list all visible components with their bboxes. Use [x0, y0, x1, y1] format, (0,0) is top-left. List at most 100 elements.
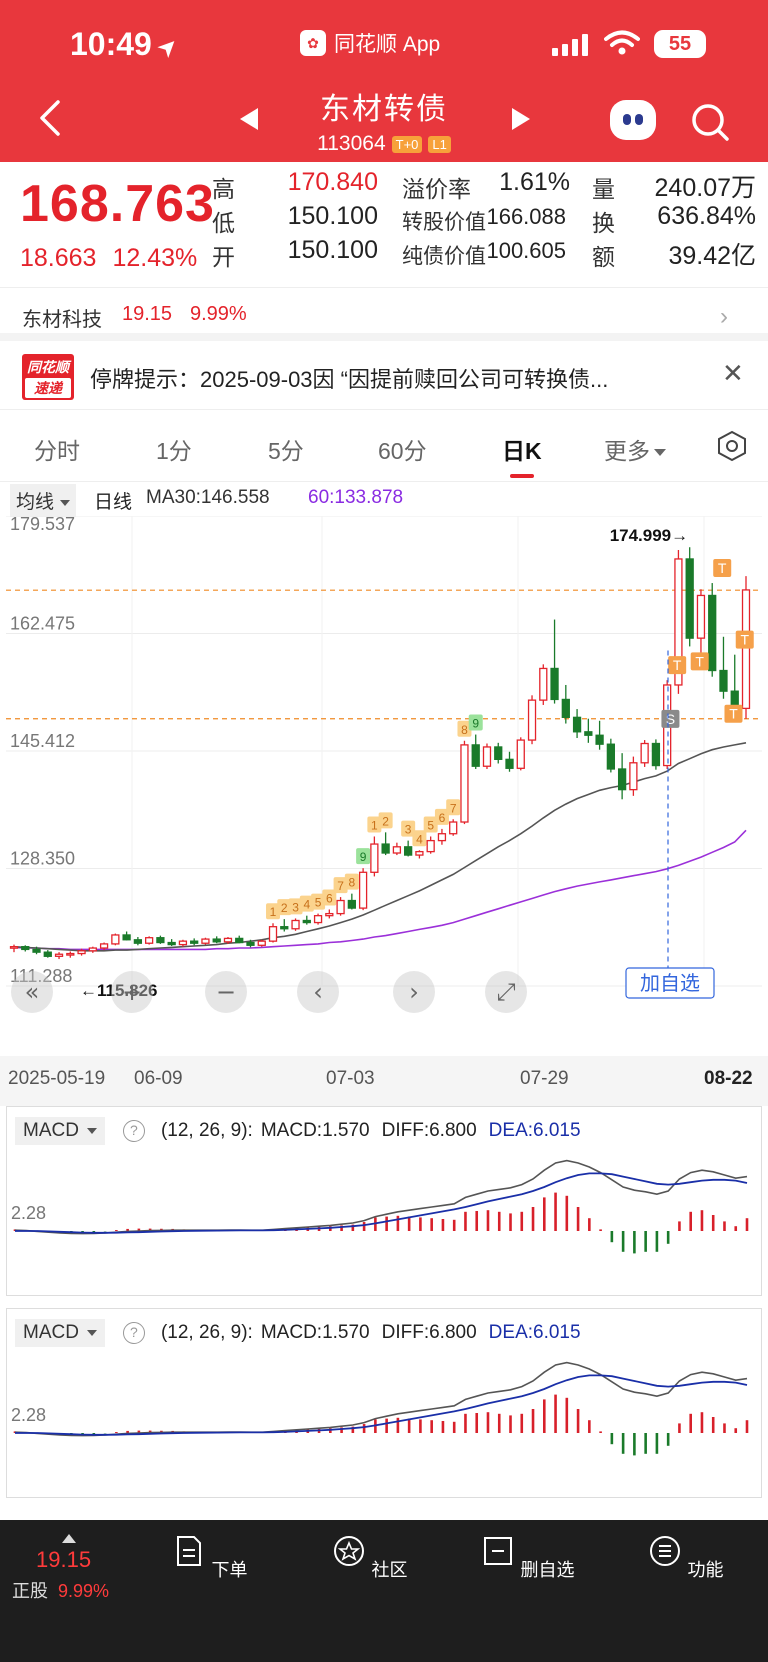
zoom-out-icon-glyph: − — [216, 978, 236, 1006]
nav-remove-watch[interactable]: 删自选 — [478, 1534, 578, 1582]
macd-select[interactable]: MACD — [15, 1319, 105, 1347]
td-marker-label: 3 — [405, 823, 412, 837]
bottom-nav: 19.15 正股 9.99% 下单 社区 删自选 功能 — [0, 1520, 768, 1662]
minus-box-icon — [484, 1537, 513, 1565]
add-watch-label[interactable]: 加自选 — [640, 971, 700, 995]
menu-circle-icon — [650, 1536, 681, 1566]
period-label: 日线 — [94, 492, 133, 513]
td-marker-label: 1 — [270, 905, 277, 919]
y-tick-label: 145.412 — [10, 731, 75, 751]
underlying-label: 正股 — [12, 1581, 48, 1601]
t-marker-label: T — [673, 657, 682, 673]
candle-body — [708, 594, 717, 672]
battery-icon: 55 — [654, 30, 706, 58]
suspension-notice[interactable]: 同花顺 速递 停牌提示：2025-09-03因 “因提前赎回公司可转换债... … — [0, 344, 768, 410]
price-change: 18.663 12.43% — [20, 244, 198, 272]
td-marker-label: 7 — [337, 879, 344, 893]
macd-y-tick: 2.28 — [11, 1203, 46, 1223]
bond-value: 100.605 — [486, 238, 566, 263]
tab-1min[interactable]: 1分 — [156, 432, 192, 466]
amount-label: 额 — [592, 244, 615, 270]
conv-value: 166.088 — [486, 204, 566, 229]
nav-functions[interactable]: 功能 — [636, 1534, 736, 1582]
y-tick-label: 162.475 — [10, 613, 75, 633]
chevron-right-icon: › — [720, 303, 728, 330]
y-tick-label: 179.537 — [10, 516, 75, 534]
security-code: 113064 — [317, 132, 386, 155]
candle-body — [595, 734, 604, 745]
candle-body — [133, 939, 143, 944]
assistant-robot-icon[interactable] — [610, 100, 656, 140]
diff-value: DIFF:6.800 — [381, 1322, 477, 1343]
next-security-arrow-icon[interactable] — [512, 108, 530, 130]
dea-value: DEA:6.015 — [488, 1120, 581, 1141]
td-marker-label: 8 — [349, 876, 356, 890]
low-value: 150.100 — [287, 202, 378, 230]
macd-select[interactable]: MACD — [15, 1117, 105, 1145]
open-value: 150.100 — [287, 236, 378, 264]
candle-body — [347, 899, 356, 909]
conv-value-label: 转股价值 — [402, 211, 486, 234]
ma60-value: 60:133.878 — [308, 487, 404, 508]
candle-body — [32, 948, 41, 953]
news-badge-icon: 同花顺 速递 — [22, 354, 74, 400]
candle-body — [482, 746, 492, 767]
candle-body — [336, 899, 345, 915]
td-marker-label: 7 — [450, 801, 457, 815]
help-icon[interactable]: ? — [122, 1120, 145, 1142]
app-logo-icon: ✿ — [300, 30, 326, 56]
kline-chart[interactable]: 179.537162.475145.412128.350111.28812345… — [6, 516, 762, 1056]
candle-body — [415, 850, 424, 856]
candle-body — [584, 731, 593, 736]
candle-body — [572, 716, 582, 733]
candle-body — [426, 839, 435, 853]
search-icon[interactable] — [690, 102, 730, 142]
rewind-icon-glyph: « — [25, 978, 40, 1006]
caret-down-icon — [86, 1127, 97, 1134]
candle-body — [167, 941, 176, 946]
tab-60min[interactable]: 60分 — [378, 432, 427, 466]
date-tick: 07-03 — [326, 1068, 375, 1089]
date-tick: 08-22 — [704, 1068, 753, 1089]
premium-label: 溢价率 — [402, 176, 471, 202]
tab-intraday[interactable]: 分时 — [34, 432, 80, 466]
candle-body — [223, 937, 233, 943]
y-tick-label: 128.350 — [10, 849, 75, 869]
ma60-line — [13, 829, 747, 951]
candle-body — [178, 940, 188, 946]
nav-order[interactable]: 下单 — [160, 1534, 260, 1582]
app-switcher[interactable]: ✿ 同花顺 App — [300, 28, 440, 58]
macd-value: MACD:1.570 — [260, 1120, 370, 1141]
tab-more[interactable]: 更多 — [604, 432, 666, 466]
caret-down-icon — [654, 449, 666, 457]
candle-body — [494, 746, 503, 760]
tag-l1: L1 — [428, 135, 451, 153]
notice-text: 停牌提示：2025-09-03因 “因提前赎回公司可转换债... — [90, 367, 609, 392]
candle-body — [235, 937, 244, 944]
macd-chart[interactable]: 2.28 — [7, 1151, 761, 1295]
nav-community[interactable]: 社区 — [320, 1534, 420, 1582]
td-marker-label: 5 — [427, 818, 434, 832]
indicator-select[interactable]: 均线 — [10, 484, 77, 517]
candle-body — [471, 744, 480, 767]
candle-body — [550, 667, 559, 701]
settings-hexagon-icon[interactable] — [716, 430, 748, 462]
macd-chart[interactable]: 2.28 — [7, 1353, 761, 1497]
help-icon[interactable]: ? — [122, 1322, 145, 1344]
underlying-stock-row[interactable]: 东材科技 19.15 9.99% › — [0, 289, 768, 341]
candle-body — [449, 821, 458, 835]
caret-down-icon — [60, 499, 71, 506]
tab-daily-k[interactable]: 日K — [502, 432, 542, 466]
tab-5min[interactable]: 5分 — [268, 432, 304, 466]
underlying-name: 东材科技 — [22, 309, 102, 331]
close-icon[interactable]: ✕ — [722, 358, 744, 389]
underlying-quick-quote[interactable]: 19.15 正股 9.99% — [12, 1534, 109, 1603]
date-tick: 07-29 — [520, 1068, 569, 1089]
volume-label: 量 — [592, 176, 615, 202]
dea-value: DEA:6.015 — [488, 1322, 581, 1343]
candle-body — [696, 594, 706, 639]
macd-y-tick: 2.28 — [11, 1405, 46, 1425]
dea-line — [15, 1374, 748, 1436]
td-marker-label: 8 — [461, 723, 468, 737]
candle-body — [77, 950, 86, 955]
